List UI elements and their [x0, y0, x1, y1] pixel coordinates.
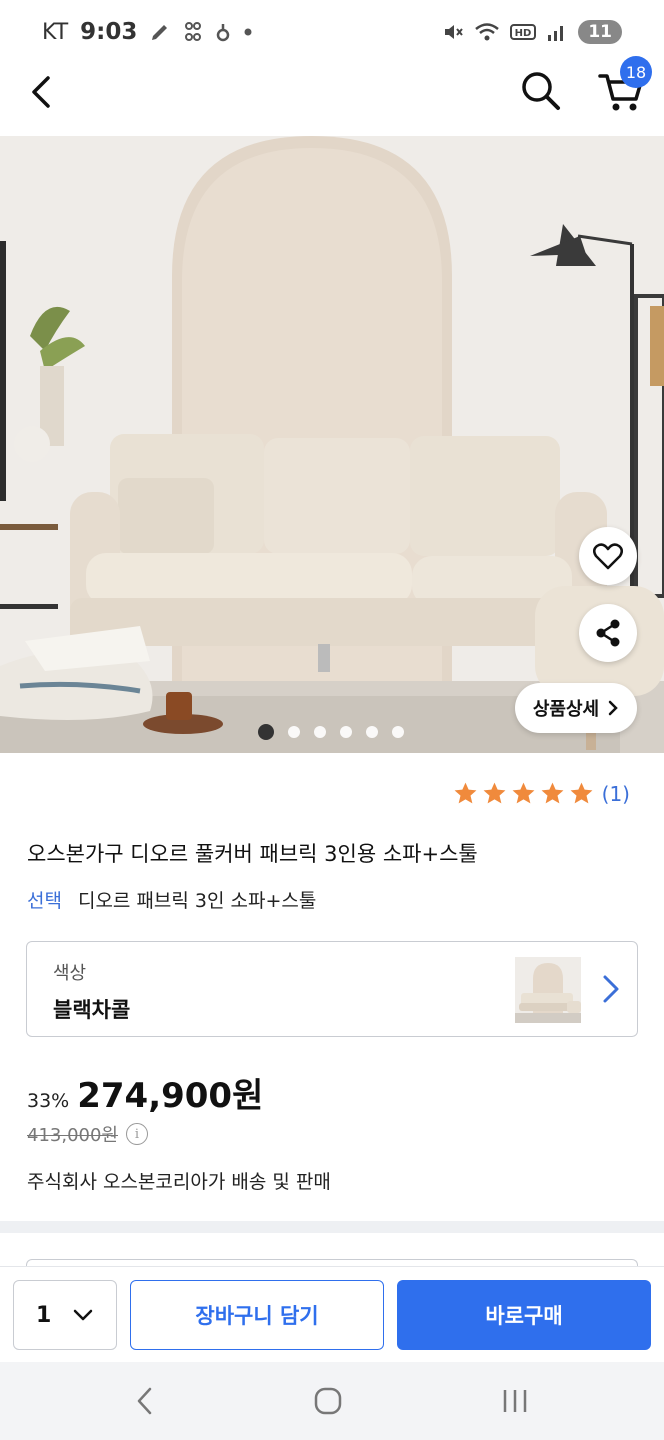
- carousel-dot[interactable]: [288, 726, 300, 738]
- carousel-dot[interactable]: [366, 726, 378, 738]
- add-to-cart-button[interactable]: 장바구니 담기: [130, 1280, 384, 1350]
- color-label: 색상: [53, 963, 87, 984]
- heart-icon: [593, 543, 623, 570]
- product-image-carousel[interactable]: 상품상세: [0, 136, 664, 753]
- dots-icon: [185, 22, 202, 41]
- status-right: HD 11: [442, 20, 622, 44]
- carousel-dot[interactable]: [392, 726, 404, 738]
- review-count: (1): [601, 781, 630, 806]
- share-button[interactable]: [579, 604, 637, 662]
- buy-now-button[interactable]: 바로구매: [397, 1280, 651, 1350]
- product-photo: [0, 136, 664, 753]
- share-icon: [596, 619, 620, 647]
- quantity-select[interactable]: 1: [13, 1280, 117, 1350]
- search-icon[interactable]: [518, 68, 564, 114]
- original-price: 413,000원: [27, 1125, 118, 1146]
- color-value: 블랙차콜: [53, 998, 131, 1022]
- back-icon[interactable]: [22, 70, 62, 114]
- carousel-dot[interactable]: [314, 726, 326, 738]
- selected-option: 선택 디오르 패브릭 3인 소파+스툴: [27, 886, 316, 913]
- cart-count-badge: 18: [620, 56, 652, 88]
- option-label: 선택: [27, 890, 62, 912]
- star-icon: [454, 782, 477, 804]
- carousel-indicator: [258, 724, 404, 740]
- clock: 9:03: [80, 19, 138, 45]
- review-rating[interactable]: (1): [453, 781, 630, 806]
- dot-icon: [244, 28, 252, 36]
- pen-icon: [152, 25, 168, 40]
- sale-price: 274,900원: [77, 1076, 264, 1116]
- carousel-dot[interactable]: [258, 724, 274, 740]
- product-detail-label: 상품상세: [532, 699, 600, 720]
- status-bar: KT 9:03 HD 11: [0, 0, 664, 64]
- svg-text:HD: HD: [515, 28, 532, 39]
- like-button[interactable]: [579, 527, 637, 585]
- star-icon: [541, 782, 564, 804]
- lock-icon: [217, 24, 230, 42]
- hd-icon: HD: [510, 24, 537, 40]
- chevron-right-icon: [608, 700, 618, 716]
- mute-icon: [445, 25, 464, 39]
- price-row: 33% 274,900원: [27, 1068, 263, 1117]
- status-left: KT 9:03: [42, 19, 253, 45]
- purchase-bar: 1 장바구니 담기 바로구매: [0, 1266, 664, 1362]
- battery-indicator: 11: [578, 20, 622, 44]
- color-selector[interactable]: 색상 블랙차콜: [26, 941, 638, 1037]
- chevron-right-icon: [603, 975, 619, 1003]
- carousel-dot[interactable]: [340, 726, 352, 738]
- section-divider: [0, 1221, 664, 1233]
- signal-icon: [548, 26, 564, 41]
- app-header: 18: [0, 56, 664, 122]
- wifi-icon: [475, 23, 500, 41]
- nav-back-icon[interactable]: [132, 1386, 158, 1416]
- option-value: 디오르 패브릭 3인 소파+스툴: [77, 890, 317, 912]
- system-nav-bar: [0, 1362, 664, 1440]
- quantity-value: 1: [36, 1302, 52, 1328]
- discount-rate: 33%: [27, 1090, 70, 1112]
- star-icon: [512, 782, 535, 804]
- star-icon: [483, 782, 506, 804]
- chevron-down-icon: [73, 1309, 93, 1321]
- star-icon: [570, 782, 593, 804]
- carrier-label: KT: [42, 19, 69, 45]
- nav-home-icon[interactable]: [313, 1386, 343, 1416]
- info-icon[interactable]: i: [126, 1123, 148, 1145]
- original-price-row: 413,000원 i: [27, 1121, 148, 1147]
- nav-recents-icon[interactable]: [500, 1387, 530, 1415]
- product-title: 오스본가구 디오르 풀커버 패브릭 3인용 소파+스툴: [27, 842, 478, 866]
- product-detail-button[interactable]: 상품상세: [515, 683, 637, 733]
- seller-info: 주식회사 오스본코리아가 배송 및 판매: [27, 1171, 331, 1193]
- color-thumbnail: [515, 957, 581, 1023]
